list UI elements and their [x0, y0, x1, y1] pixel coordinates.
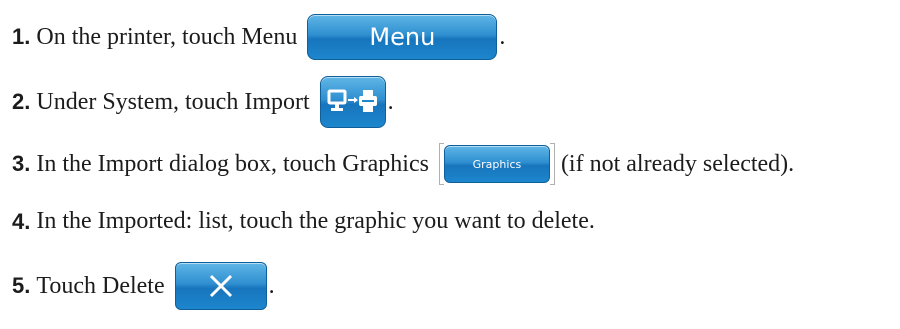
step-4: 4. In the Imported: list, touch the grap…	[12, 208, 595, 235]
step-text: In the Import dialog box, touch Graphics	[36, 150, 429, 177]
menu-button-label: Menu	[369, 23, 436, 51]
step-text: In the Imported: list, touch the graphic…	[36, 208, 595, 234]
import-button[interactable]	[319, 76, 386, 128]
button-frame-right	[549, 143, 555, 185]
step-number: 5.	[12, 273, 31, 298]
step-punctuation: .	[387, 88, 394, 115]
step-number: 1.	[12, 24, 31, 49]
menu-button[interactable]: Menu	[307, 14, 498, 60]
step-number: 2.	[12, 89, 31, 114]
step-punctuation: .	[268, 272, 275, 299]
step-3: 3. In the Import dialog box, touch Graph…	[12, 143, 794, 185]
step-number: 4.	[12, 208, 31, 234]
step-number: 3.	[12, 151, 31, 176]
step-text: On the printer, touch Menu	[36, 23, 298, 50]
step-punctuation: .	[499, 23, 506, 50]
computer-to-printer-icon	[327, 89, 377, 112]
step-text: Under System, touch Import	[36, 88, 310, 115]
graphics-button-label: Graphics	[472, 157, 522, 171]
step-2: 2. Under System, touch Import .	[12, 76, 394, 128]
step-suffix-text: (if not already selected).	[560, 150, 795, 177]
step-5: 5. Touch Delete .	[12, 262, 275, 310]
step-1: 1. On the printer, touch Menu Menu .	[12, 14, 505, 60]
step-text: Touch Delete	[36, 272, 165, 299]
close-x-icon	[209, 274, 232, 298]
graphics-button[interactable]: Graphics	[443, 145, 550, 183]
delete-button[interactable]	[174, 262, 267, 310]
